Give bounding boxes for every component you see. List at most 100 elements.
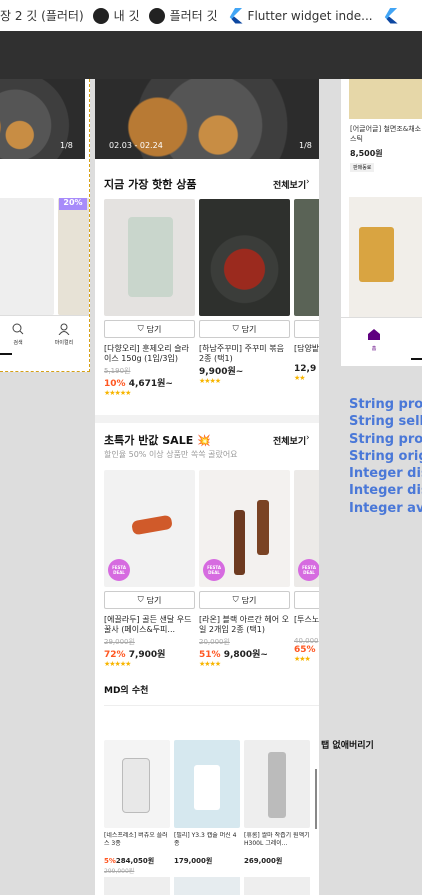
product-image[interactable]: [58, 198, 89, 315]
section-title: 초특가 반값 SALE 💥: [104, 434, 211, 447]
section-title: MD의 수천: [104, 686, 149, 696]
slide-counter: 1/8: [60, 141, 73, 150]
home-indicator: [411, 358, 422, 360]
product-card[interactable]: FESTA DEAL ⛉ 담기 [라온] 블랙 아르간 헤어 오일 2개입 2종 …: [199, 470, 290, 668]
product-image[interactable]: [0, 198, 54, 315]
code-line: Integer dis: [349, 483, 422, 499]
price-row: 10% 4,671원~: [104, 376, 195, 389]
product-image[interactable]: FESTA DEAL: [294, 470, 319, 587]
original-price: 40,000: [294, 637, 319, 645]
original-price: 29,000원: [104, 638, 135, 646]
main-phone-frame: 02.03 - 02.24 1/8 지금 가장 핫한 상품 전체보기 › ⛉ 담기…: [95, 79, 319, 895]
bookmark-label: Flutter widget inde...: [247, 8, 373, 23]
cart-label: 담기: [146, 595, 162, 605]
banner-date: 02.03 - 02.24: [109, 141, 163, 150]
product-card[interactable]: [필리] Y3.3 캡슐 머신 4종 179,000원: [174, 740, 240, 866]
discount-rate: 72%: [104, 650, 126, 660]
rating-stars: ★★★★★: [104, 660, 131, 668]
product-card[interactable]: ⛉ 담기 [다향오리] 훈제오리 슬라이스 150g (1입/3입) 5,190원…: [104, 199, 195, 397]
price-row: 5%284,050원: [104, 856, 170, 866]
add-to-cart-button[interactable]: ⛉ 담기: [104, 320, 195, 338]
home-indicator: [0, 353, 12, 355]
add-to-cart-button[interactable]: ⛉ 담기: [199, 320, 290, 338]
discount-rate: 51%: [199, 650, 221, 660]
product-image[interactable]: [104, 877, 170, 895]
product-name: [하남주꾸미] 주꾸미 볶음 2종 (택1): [199, 344, 284, 363]
bookmark-item[interactable]: 플러터 깃: [148, 7, 227, 24]
product-image[interactable]: [349, 79, 422, 119]
code-line: Integer av: [349, 500, 422, 516]
festa-deal-badge: FESTA DEAL: [203, 559, 225, 581]
cart-icon: ⛉: [137, 324, 144, 333]
product-card[interactable]: ⛉ 담기 [하남주꾸미] 주꾸미 볶음 2종 (택1) 9,900원~ ★★★★: [199, 199, 290, 385]
product-image[interactable]: [199, 199, 290, 316]
bookmark-item[interactable]: 장 2 깃 (플러터): [0, 7, 93, 24]
bookmark-item[interactable]: [382, 7, 407, 24]
add-to-cart-button[interactable]: ⛉ 담기: [199, 591, 290, 609]
section-subtitle: 할인율 50% 이상 상품만 쏙쏙 골랐어요: [104, 450, 238, 459]
rating-stars: ★★★★: [199, 660, 221, 668]
bookmarks-bar: 장 2 깃 (플러터) 내 깃 플러터 깃 Flutter widget ind…: [0, 0, 422, 31]
cart-label: 담기: [146, 324, 162, 334]
original-price: 299,000원: [104, 868, 135, 875]
product-name: [담양밭] 버바불고: [294, 344, 319, 353]
section-divider: [104, 705, 319, 706]
code-line: String sell: [349, 414, 422, 430]
home-icon: [368, 329, 380, 340]
price: 12,9: [294, 364, 317, 374]
nav-mykurly[interactable]: 마이컬리: [52, 320, 76, 346]
cart-label: 담기: [241, 595, 257, 605]
see-all-link[interactable]: 전체보기: [273, 178, 306, 191]
code-line: Integer dis: [349, 466, 422, 482]
product-image[interactable]: [244, 740, 310, 828]
price-row: 72% 7,900원: [104, 647, 195, 660]
cart-label: 담기: [241, 324, 257, 334]
scrollbar[interactable]: [315, 769, 317, 829]
nav-label: 홈: [371, 346, 377, 352]
product-image[interactable]: [174, 740, 240, 828]
see-all-link[interactable]: 전체보기: [273, 434, 306, 447]
product-card[interactable]: 담기 [담양밭] 버바불고 12,9 ★★: [294, 199, 319, 382]
bookmark-label: 내 깃: [113, 9, 140, 23]
section-title: 지금 가장 핫한 상품: [104, 178, 197, 191]
github-icon: [148, 7, 165, 24]
chevron-right-icon[interactable]: ›: [306, 433, 310, 443]
nav-home[interactable]: 홈: [367, 326, 381, 352]
cart-icon: ⛉: [137, 595, 144, 604]
product-card[interactable]: [휴롬] 쌀마 착즙기 원액기 H300L 그레이... 269,000원: [244, 740, 310, 866]
add-to-cart-button[interactable]: ⛉ 담기: [104, 591, 195, 609]
bookmark-item[interactable]: Flutter widget inde...: [227, 7, 382, 24]
add-to-cart-button[interactable]: 담기: [294, 320, 319, 338]
add-to-cart-button[interactable]: [294, 591, 319, 609]
product-image[interactable]: [104, 199, 195, 316]
product-card[interactable]: [네스프레소] 버츄오 플러스 3종 5%284,050원 299,000원: [104, 740, 170, 875]
rating-stars: ★★★★★: [104, 389, 131, 397]
product-image[interactable]: [349, 197, 422, 317]
bookmark-item[interactable]: 내 깃: [92, 7, 149, 24]
product-image[interactable]: [294, 199, 319, 316]
user-icon: [58, 323, 70, 336]
festa-deal-badge: FESTA DEAL: [108, 559, 130, 581]
discount-rate: 10%: [104, 379, 126, 389]
toolbar: [0, 31, 422, 79]
nav-search[interactable]: 검색: [8, 320, 28, 346]
flutter-icon: [384, 7, 398, 24]
bookmark-label: 장 2 깃 (플러터): [0, 9, 84, 23]
product-card[interactable]: FESTA DEAL ⛉ 담기 [에끌라두] 골든 샌달 우드 꿀사 (페이스&두…: [104, 470, 195, 668]
product-image[interactable]: [244, 877, 310, 895]
product-card[interactable]: FESTA DEAL [투스노] 세트(아 40,000 65% ★★★: [294, 470, 319, 663]
product-image[interactable]: FESTA DEAL: [104, 470, 195, 587]
product-image[interactable]: [174, 877, 240, 895]
search-icon: [12, 323, 24, 335]
chevron-right-icon[interactable]: ›: [306, 177, 310, 187]
original-price: 5,190원: [104, 367, 131, 375]
product-image[interactable]: [104, 740, 170, 828]
product-image[interactable]: FESTA DEAL: [199, 470, 290, 587]
bookmark-label: 플러터 깃: [169, 9, 218, 23]
discount-rate: 5%: [104, 857, 116, 865]
price-row: 51% 9,800원~: [199, 647, 290, 660]
discount-rate: 65%: [294, 645, 316, 655]
code-snippet: String pro String sell String pro String…: [349, 396, 422, 517]
banner-counter: 1/8: [299, 141, 312, 150]
product-name: [라온] 블랙 아르간 헤어 오일 2개입 2종 (택1): [199, 615, 290, 634]
